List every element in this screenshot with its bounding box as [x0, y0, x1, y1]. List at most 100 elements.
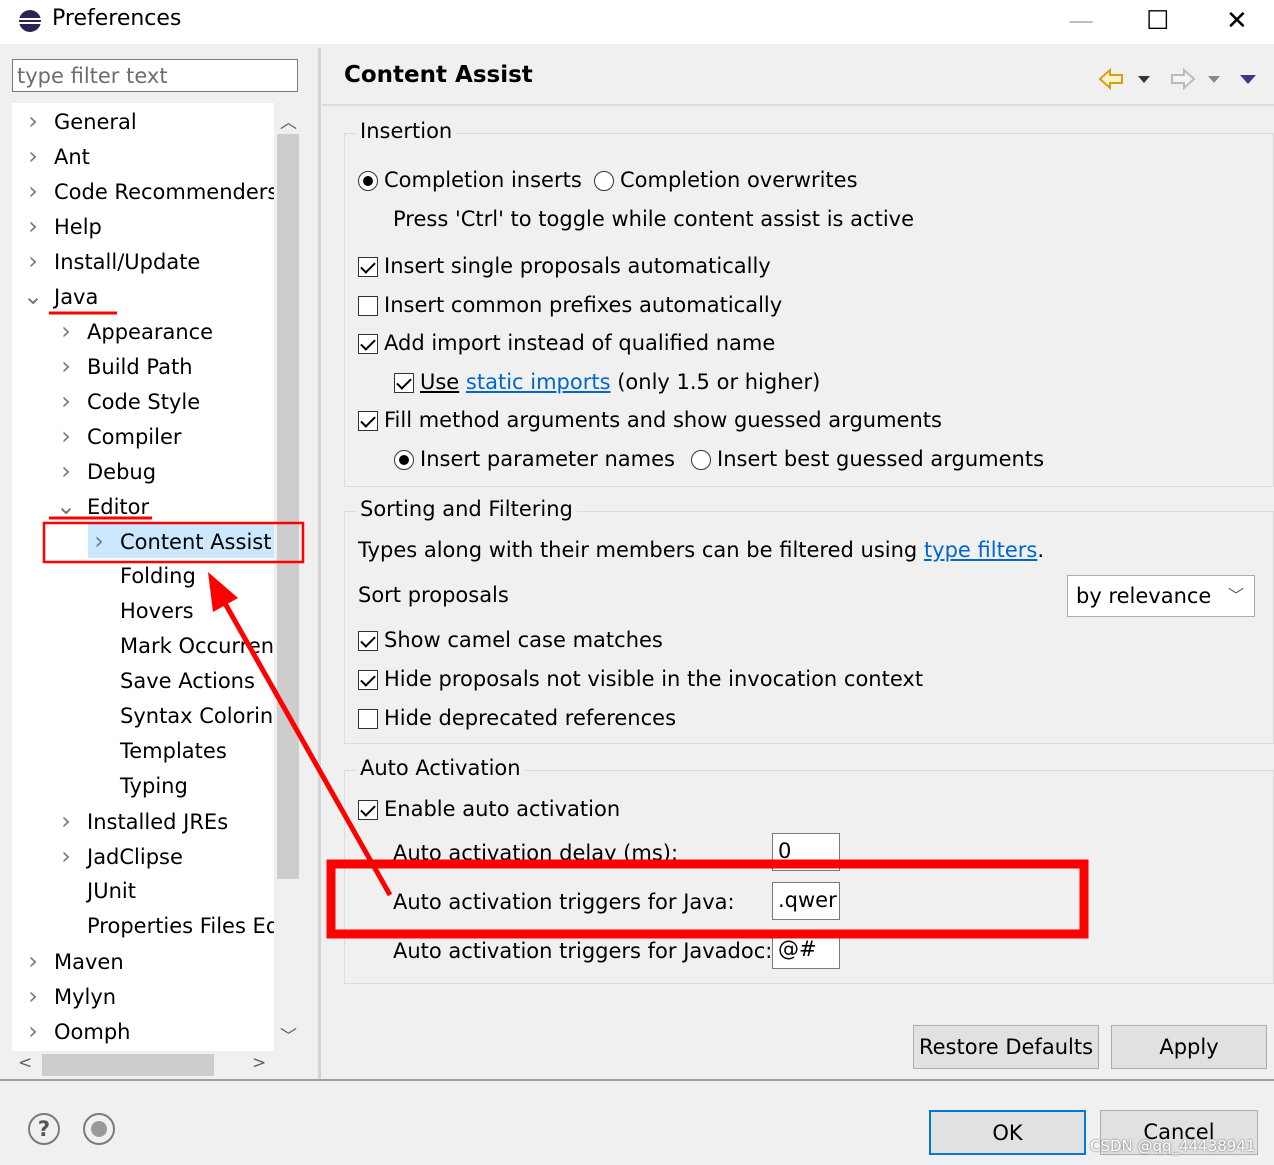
tree-item[interactable]: › Install/Update — [22, 244, 206, 278]
tree-item[interactable]: › Build Path — [55, 349, 199, 383]
tree-item-label: Code Style — [87, 390, 201, 414]
tree-item[interactable]: › General — [22, 104, 143, 138]
completion-overwrites-radio[interactable]: Completion overwrites — [594, 165, 858, 195]
tree-item[interactable]: › JadClipse — [55, 839, 189, 873]
tree-item[interactable]: › Installed JREs — [55, 804, 234, 838]
window-title: Preferences — [52, 6, 182, 31]
ok-button[interactable]: OK — [929, 1110, 1086, 1155]
best-guessed-label: Insert best guessed arguments — [717, 447, 1045, 471]
tree-item-label: Code Recommenders — [54, 180, 274, 204]
chevron-right-icon[interactable]: › — [55, 454, 77, 488]
radio-selected-icon — [358, 171, 378, 191]
restore-defaults-button[interactable]: Restore Defaults — [913, 1025, 1099, 1069]
add-import-checkbox[interactable]: Add import instead of qualified name — [358, 328, 775, 358]
fill-method-checkbox[interactable]: Fill method arguments and show guessed a… — [358, 405, 942, 435]
tree-hscroll-thumb[interactable] — [42, 1054, 214, 1076]
checkbox-checked-icon — [358, 334, 378, 354]
insert-single-checkbox[interactable]: Insert single proposals automatically — [358, 251, 771, 281]
tree-item[interactable]: › Code Recommenders — [22, 174, 274, 208]
chevron-right-icon[interactable]: › — [55, 314, 77, 348]
chevron-right-icon[interactable]: › — [22, 104, 44, 138]
tree-item[interactable]: Save Actions — [88, 664, 261, 698]
chevron-right-icon[interactable]: › — [22, 209, 44, 243]
tree-scroll-thumb[interactable] — [277, 134, 299, 879]
chevron-right-icon[interactable]: › — [55, 349, 77, 383]
best-guessed-radio[interactable]: Insert best guessed arguments — [691, 444, 1044, 474]
minimize-button[interactable]: — — [1068, 6, 1094, 36]
chevron-right-icon[interactable]: › — [88, 524, 110, 558]
chevron-right-icon[interactable]: › — [55, 804, 77, 838]
tree-item[interactable]: ⌄ Java — [22, 279, 104, 313]
panel-divider[interactable] — [318, 48, 321, 1079]
tree-item[interactable]: › Code Style — [55, 384, 206, 418]
tree-item-label: Installed JREs — [87, 810, 229, 834]
import-export-icon[interactable] — [83, 1113, 115, 1145]
close-button[interactable]: ✕ — [1226, 6, 1248, 36]
tree-item[interactable]: Syntax Coloring — [88, 699, 274, 733]
delay-label: Auto activation delay (ms): — [393, 841, 679, 865]
tree-item[interactable]: › Ant — [22, 139, 96, 173]
param-names-radio[interactable]: Insert parameter names — [394, 444, 675, 474]
tree-item[interactable]: › Appearance — [55, 314, 219, 348]
preference-tree: › General › Ant › Code Recommenders › Help › Inst… — [12, 103, 274, 1051]
type-filters-link[interactable]: type filters — [924, 538, 1037, 562]
back-arrow-icon[interactable] — [1098, 67, 1150, 91]
completion-inserts-radio[interactable]: Completion inserts — [358, 165, 582, 195]
chevron-right-icon[interactable]: › — [55, 419, 77, 453]
tree-item[interactable]: › Compiler — [55, 419, 188, 453]
chevron-right-icon[interactable]: › — [22, 244, 44, 278]
maximize-button[interactable]: ☐ — [1146, 6, 1169, 36]
enable-auto-checkbox[interactable]: Enable auto activation — [358, 794, 620, 824]
tree-item[interactable]: Typing — [88, 769, 194, 803]
scroll-up-icon[interactable]: ︿ — [280, 108, 297, 133]
javadoc-triggers-input[interactable]: @# — [772, 931, 840, 969]
hide-deprecated-checkbox[interactable]: Hide deprecated references — [358, 703, 676, 733]
tree-item[interactable]: › Debug — [55, 454, 162, 488]
use-static-imports-checkbox[interactable]: Use static imports (only 1.5 or higher) — [394, 367, 820, 397]
chevron-right-icon[interactable]: › — [22, 139, 44, 173]
chevron-right-icon[interactable]: › — [22, 944, 44, 978]
chevron-down-icon[interactable]: ⌄ — [55, 489, 77, 523]
tree-item[interactable]: ⌄ Editor — [55, 489, 155, 523]
camel-case-checkbox[interactable]: Show camel case matches — [358, 625, 663, 655]
tree-item[interactable]: › Help — [22, 209, 108, 243]
delay-input[interactable]: 0 — [772, 833, 840, 871]
insertion-legend: Insertion — [356, 119, 457, 143]
tree-item[interactable]: JUnit — [55, 874, 142, 908]
tree-item[interactable]: Hovers — [88, 594, 200, 628]
tree-item-label: Ant — [54, 145, 90, 169]
view-menu-icon[interactable] — [1240, 75, 1256, 84]
chevron-down-icon: ﹀ — [1227, 586, 1244, 605]
chevron-right-icon[interactable]: › — [22, 174, 44, 208]
static-imports-link[interactable]: static imports — [466, 370, 611, 394]
insert-prefixes-checkbox[interactable]: Insert common prefixes automatically — [358, 290, 782, 320]
filter-input[interactable]: type filter text — [12, 59, 298, 92]
chevron-right-icon[interactable]: › — [55, 384, 77, 418]
chevron-right-icon[interactable]: › — [55, 839, 77, 873]
tree-item[interactable]: › Content Assist — [88, 524, 274, 558]
tree-item[interactable]: › Maven — [22, 944, 130, 978]
java-triggers-input[interactable]: .qwer — [772, 882, 840, 920]
apply-button[interactable]: Apply — [1111, 1025, 1267, 1069]
chevron-down-icon[interactable]: ⌄ — [22, 279, 44, 313]
tree-item[interactable]: › Oomph — [22, 1014, 136, 1048]
tree-item[interactable]: › Mylyn — [22, 979, 122, 1013]
hide-not-visible-checkbox[interactable]: Hide proposals not visible in the invoca… — [358, 664, 923, 694]
help-icon[interactable]: ? — [28, 1113, 60, 1145]
tree-item[interactable]: Mark Occurren — [88, 629, 274, 663]
tree-item-label: Mark Occurren — [120, 634, 274, 658]
checkbox-unchecked-icon — [358, 296, 378, 316]
tree-item[interactable]: Folding — [88, 559, 202, 593]
enable-auto-label: Enable auto activation — [384, 797, 621, 821]
scroll-down-icon[interactable]: ﹀ — [280, 1022, 297, 1047]
sort-proposals-select[interactable]: by relevance ﹀ — [1067, 575, 1255, 617]
tree-item[interactable]: Templates — [88, 734, 233, 768]
tree-item[interactable]: Properties Files Ed — [55, 909, 274, 943]
insert-prefixes-label: Insert common prefixes automatically — [384, 293, 783, 317]
forward-arrow-icon[interactable] — [1171, 67, 1220, 91]
chevron-right-icon[interactable]: › — [22, 1014, 44, 1048]
scroll-right-icon[interactable]: > — [252, 1053, 266, 1073]
scroll-left-icon[interactable]: < — [18, 1053, 32, 1073]
tree-item-label: Mylyn — [54, 985, 117, 1009]
chevron-right-icon[interactable]: › — [22, 979, 44, 1013]
